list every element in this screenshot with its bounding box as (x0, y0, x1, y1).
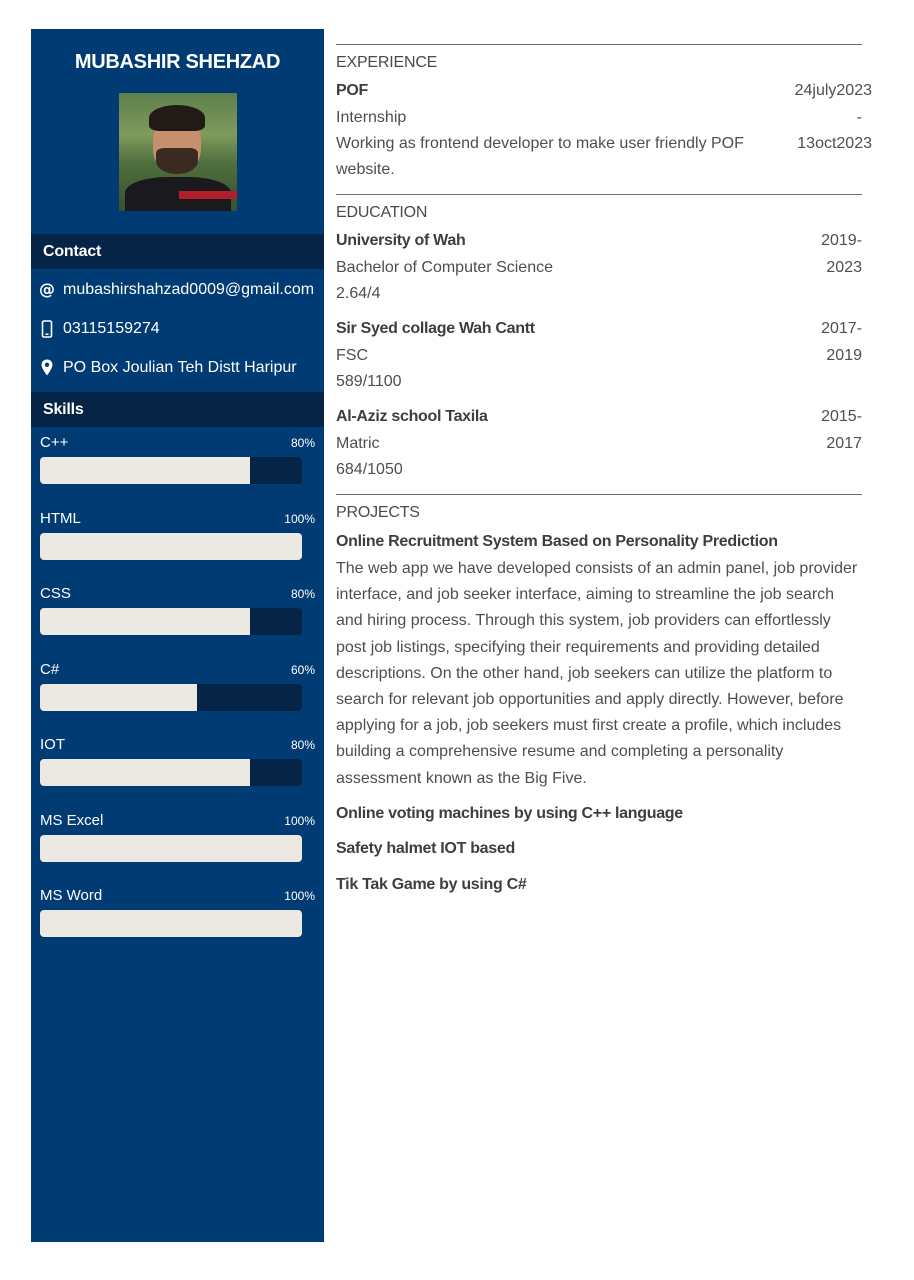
school-name: Sir Syed collage Wah Cantt (336, 320, 535, 338)
school-name: Al-Aziz school Taxila (336, 408, 488, 426)
contact-heading: Contact (31, 234, 324, 269)
projects-heading: PROJECTS (336, 504, 420, 522)
project-title: Online Recruitment System Based on Perso… (336, 533, 778, 551)
skills-heading: Skills (31, 392, 324, 427)
year-end: 2019 (826, 346, 862, 364)
date-separator: - (856, 108, 862, 126)
education-entry: Sir Syed collage Wah Cantt FSC 589/1100 … (336, 316, 872, 404)
job-description: Working as frontend developer to make us… (336, 135, 744, 179)
project-description: The web app we have developed consists o… (336, 559, 858, 787)
candidate-name: MUBASHIR SHEHZAD (74, 51, 281, 73)
year-start: 2015- (821, 408, 862, 426)
skill-percent: 100% (284, 813, 315, 828)
experience-heading: EXPERIENCE (336, 54, 438, 71)
email-text: mubashirshahzad0009@gmail.com (63, 280, 315, 298)
skill-bar-fill (40, 532, 302, 560)
contact-email[interactable]: @ mubashirshahzad0009@gmail.com (31, 270, 324, 309)
divider (336, 194, 862, 196)
score: 2.64/4 (336, 285, 381, 303)
map-pin-icon (39, 358, 55, 378)
degree: Matric (336, 434, 380, 452)
company-name: POF (336, 82, 368, 99)
sidebar: MUBASHIR SHEHZAD Contact @ mubashirshahz… (31, 29, 324, 1242)
skill-item: CSS 80% (31, 578, 324, 654)
phone-text: 03115159274 (63, 319, 160, 337)
project-title: Online voting machines by using C++ lang… (336, 804, 683, 822)
project-title: Tik Tak Game by using C# (336, 875, 527, 893)
skill-name: MS Excel (40, 811, 104, 829)
date-start: 24july2023 (794, 82, 872, 99)
main-content: EXPERIENCE POF Internship Working as fro… (336, 44, 872, 902)
degree: Bachelor of Computer Science (336, 258, 553, 276)
skill-bar (40, 759, 302, 786)
skill-percent: 80% (290, 587, 315, 601)
skill-name: C# (40, 660, 60, 678)
skill-item: IOT 80% (31, 729, 324, 805)
divider (336, 44, 862, 45)
skill-item: HTML 100% (31, 503, 324, 579)
skill-bar-fill (40, 683, 198, 711)
skill-bar (40, 834, 302, 862)
svg-text:@: @ (39, 281, 55, 298)
score: 684/1050 (336, 461, 403, 479)
job-role: Internship (336, 108, 407, 126)
contact-address: PO Box Joulian Teh Distt Haripur (31, 348, 324, 387)
education-entry: Al-Aziz school Taxila Matric 684/1050 20… (336, 404, 872, 484)
at-icon: @ (39, 280, 55, 300)
skill-bar (40, 608, 302, 635)
skill-bar (40, 457, 302, 484)
skill-bar-fill (40, 457, 250, 484)
skills-list: C++ 80% HTML 100% CSS 80% C# 60% IOT 80% MS E… (31, 427, 324, 956)
skill-percent: 80% (290, 436, 315, 450)
skill-name: C++ (40, 434, 69, 451)
profile-photo (118, 93, 237, 211)
year-end: 2023 (826, 258, 862, 276)
skill-bar (40, 532, 302, 560)
project-title: Safety halmet IOT based (336, 840, 515, 858)
year-start: 2017- (821, 320, 862, 338)
education-heading: EDUCATION (336, 204, 428, 222)
year-start: 2019- (821, 232, 862, 250)
education-entry: University of Wah Bachelor of Computer S… (336, 228, 872, 316)
contact-phone[interactable]: 03115159274 (31, 309, 324, 348)
skill-item: MS Excel 100% (31, 805, 324, 881)
skill-name: CSS (40, 585, 71, 602)
skill-percent: 100% (284, 511, 315, 526)
year-end: 2017 (826, 434, 862, 452)
skill-percent: 80% (290, 738, 315, 752)
skill-percent: 60% (290, 662, 315, 677)
degree: FSC (336, 346, 368, 364)
skill-item: MS Word 100% (31, 880, 324, 956)
skill-bar-fill (40, 608, 250, 635)
skill-name: MS Word (40, 887, 103, 904)
score: 589/1100 (336, 373, 402, 391)
skill-bar-fill (40, 759, 250, 786)
skill-item: C++ 80% (31, 427, 324, 503)
skill-bar-fill (40, 910, 302, 937)
skill-bar (40, 683, 302, 711)
skill-bar-fill (40, 834, 302, 862)
date-end: 13oct2023 (797, 135, 872, 152)
school-name: University of Wah (336, 232, 466, 250)
skill-percent: 100% (284, 889, 315, 903)
skill-item: C# 60% (31, 654, 324, 730)
divider (336, 494, 862, 496)
mobile-phone-icon (39, 319, 55, 339)
skill-bar (40, 910, 302, 937)
experience-entry: POF Internship Working as frontend devel… (336, 78, 872, 183)
skill-name: HTML (40, 509, 81, 527)
skill-name: IOT (40, 736, 65, 753)
address-text: PO Box Joulian Teh Distt Haripur (63, 358, 297, 376)
